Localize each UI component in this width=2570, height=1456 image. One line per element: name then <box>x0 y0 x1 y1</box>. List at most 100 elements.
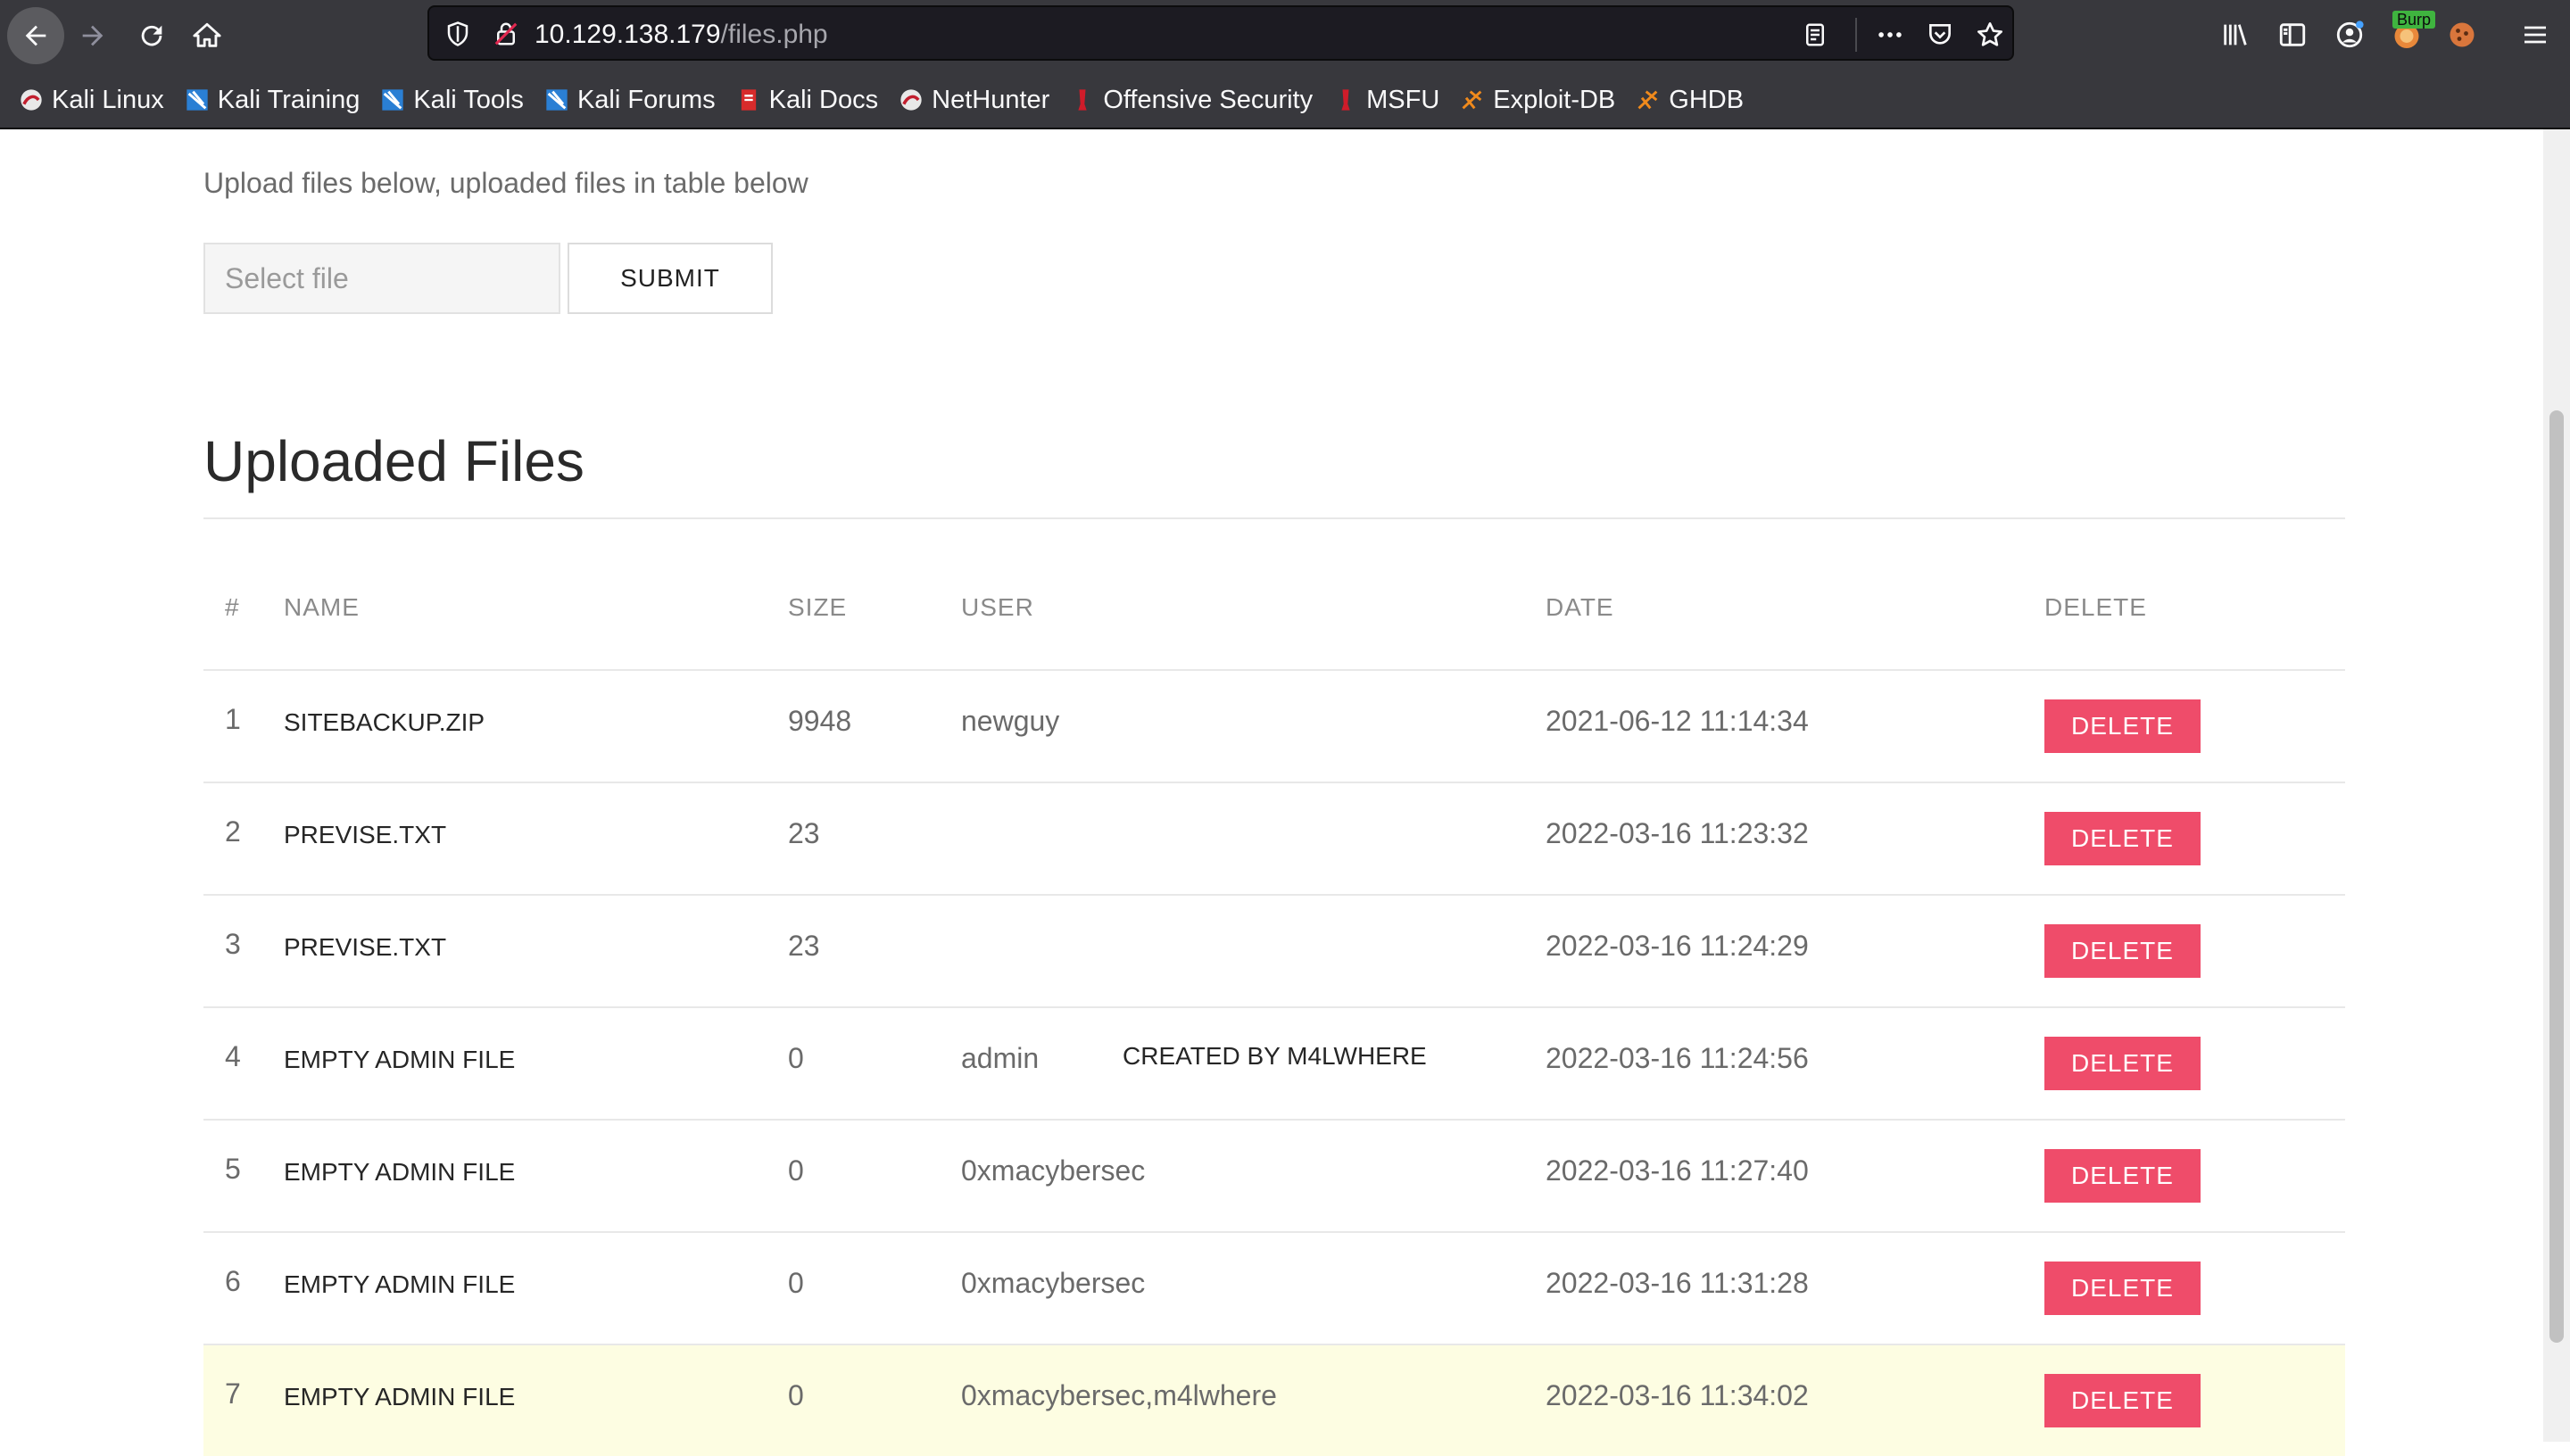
bookmark-label: NetHunter <box>932 85 1050 114</box>
file-name: EMPTY ADMIN FILE <box>284 1158 516 1186</box>
home-button[interactable] <box>178 7 236 64</box>
row-num: 6 <box>225 1265 241 1297</box>
title-divider <box>203 517 2345 519</box>
file-user: 0xmacybersec <box>961 1267 1146 1299</box>
file-size: 23 <box>788 817 820 849</box>
delete-button[interactable]: DELETE <box>2044 924 2201 978</box>
reload-button[interactable] <box>123 7 180 64</box>
file-date: 2022-03-16 11:34:02 <box>1546 1379 1809 1411</box>
pocket-icon[interactable] <box>1921 16 1959 54</box>
bookmark-kali-tools[interactable]: Kali Tools <box>379 86 524 115</box>
files-table: # NAME SIZE USER DATE DELETE 1 SITEBACKU… <box>203 549 2345 1456</box>
bookmark-label: Exploit-DB <box>1493 85 1616 114</box>
kali-training-icon <box>184 87 211 113</box>
file-size: 23 <box>788 930 820 962</box>
kali-icon <box>18 87 45 113</box>
reader-view-icon[interactable] <box>1796 16 1834 54</box>
bookmark-label: Kali Training <box>217 85 361 114</box>
file-size: 9948 <box>788 705 852 737</box>
bookmark-offensive-security[interactable]: Offensive Security <box>1069 86 1313 115</box>
file-name: EMPTY ADMIN FILE <box>284 1383 516 1410</box>
tracking-shield-icon[interactable] <box>442 18 474 50</box>
submit-button[interactable]: SUBMIT <box>568 243 773 314</box>
page-actions-menu-icon[interactable] <box>1871 16 1909 54</box>
page-content: Upload files below, uploaded files in ta… <box>0 129 2543 1456</box>
header-user: USER <box>961 593 1034 621</box>
sidebar-icon[interactable] <box>2272 14 2313 55</box>
file-select-input[interactable]: Select file <box>203 243 560 314</box>
reload-icon <box>141 25 162 46</box>
delete-button[interactable]: DELETE <box>2044 1374 2201 1427</box>
delete-button[interactable]: DELETE <box>2044 1262 2201 1315</box>
browser-toolbar: 10.129.138.179/files.php Burp Kali Linux… <box>0 0 2570 129</box>
header-date: DATE <box>1546 593 1614 621</box>
exploitdb-icon <box>1459 87 1486 113</box>
bookmark-label: Kali Forums <box>576 85 716 114</box>
file-date: 2021-06-12 11:14:34 <box>1546 705 1809 737</box>
extension-cookie-icon[interactable] <box>2442 14 2483 55</box>
url-divider <box>1855 18 1857 52</box>
delete-button[interactable]: DELETE <box>2044 1037 2201 1090</box>
header-num: # <box>225 593 240 621</box>
bookmark-kali-forums[interactable]: Kali Forums <box>543 86 716 115</box>
table-row: 4 EMPTY ADMIN FILE 0 admin CREATED BY M4… <box>203 1008 2345 1121</box>
bookmark-star-icon[interactable] <box>1971 16 2009 54</box>
back-button[interactable] <box>7 7 64 64</box>
row-num: 7 <box>225 1377 241 1410</box>
file-user: admin <box>961 1042 1040 1074</box>
file-date: 2022-03-16 11:23:32 <box>1546 817 1809 849</box>
upload-intro-text: Upload files below, uploaded files in ta… <box>203 167 808 199</box>
bookmark-nethunter[interactable]: NetHunter <box>898 86 1049 115</box>
file-name: PREVISE.TXT <box>284 821 447 848</box>
bookmark-exploit-db[interactable]: Exploit-DB <box>1459 86 1615 115</box>
library-icon[interactable] <box>2215 14 2256 55</box>
account-icon[interactable] <box>2329 14 2370 55</box>
file-size: 0 <box>788 1379 804 1411</box>
burp-badge: Burp <box>2392 11 2436 29</box>
forward-button[interactable] <box>64 7 121 64</box>
table-row: 1 SITEBACKUP.ZIP 9948 newguy 2021-06-12 … <box>203 671 2345 783</box>
bookmark-kali-linux[interactable]: Kali Linux <box>18 86 164 115</box>
bookmark-kali-training[interactable]: Kali Training <box>184 85 361 115</box>
scrollbar-thumb[interactable] <box>2549 410 2564 1343</box>
file-name: EMPTY ADMIN FILE <box>284 1046 516 1073</box>
table-row: 3 PREVISE.TXT 23 2022-03-16 11:24:29 DEL… <box>203 896 2345 1008</box>
address-bar[interactable]: 10.129.138.179/files.php <box>427 5 2014 61</box>
file-date: 2022-03-16 11:27:40 <box>1546 1154 1809 1187</box>
header-name: NAME <box>284 593 360 621</box>
file-size: 0 <box>788 1154 804 1187</box>
row-num: 5 <box>225 1153 241 1185</box>
hamburger-menu-icon[interactable] <box>2515 14 2556 55</box>
table-header: # NAME SIZE USER DATE DELETE <box>203 549 2345 671</box>
forward-arrow-icon <box>82 25 104 46</box>
bookmark-msfu[interactable]: MSFU <box>1332 86 1439 115</box>
table-row: 2 PREVISE.TXT 23 2022-03-16 11:23:32 DEL… <box>203 783 2345 896</box>
back-arrow-icon <box>25 25 46 46</box>
nethunter-icon <box>898 87 924 113</box>
bookmarks-toolbar: Kali Linux Kali Training Kali Tools Kali… <box>18 82 1763 118</box>
file-name: PREVISE.TXT <box>284 933 447 961</box>
table-row: 5 EMPTY ADMIN FILE 0 0xmacybersec 2022-0… <box>203 1121 2345 1233</box>
bookmark-kali-docs[interactable]: Kali Docs <box>735 85 879 115</box>
bookmark-label: Kali Docs <box>768 85 879 114</box>
table-row-highlighted: 7 EMPTY ADMIN FILE 0 0xmacybersec,m4lwhe… <box>203 1345 2345 1456</box>
delete-button[interactable]: DELETE <box>2044 1149 2201 1203</box>
row-num: 4 <box>225 1040 241 1072</box>
delete-button[interactable]: DELETE <box>2044 699 2201 753</box>
insecure-lock-icon[interactable] <box>490 18 522 50</box>
bookmark-label: Offensive Security <box>1103 85 1314 114</box>
bookmark-label: GHDB <box>1669 85 1745 114</box>
row-num: 1 <box>225 703 241 735</box>
file-date: 2022-03-16 11:24:56 <box>1546 1042 1809 1074</box>
file-name: EMPTY ADMIN FILE <box>284 1270 516 1298</box>
page-scrollbar[interactable] <box>2543 129 2570 1442</box>
file-date: 2022-03-16 11:31:28 <box>1546 1267 1809 1299</box>
url-text[interactable]: 10.129.138.179/files.php <box>535 18 828 52</box>
file-size: 0 <box>788 1267 804 1299</box>
kali-docs-icon <box>735 87 762 113</box>
offsec-icon <box>1069 87 1096 113</box>
delete-button[interactable]: DELETE <box>2044 812 2201 865</box>
row-num: 2 <box>225 815 241 848</box>
bookmark-ghdb[interactable]: GHDB <box>1635 86 1744 115</box>
bookmark-label: MSFU <box>1366 85 1440 114</box>
